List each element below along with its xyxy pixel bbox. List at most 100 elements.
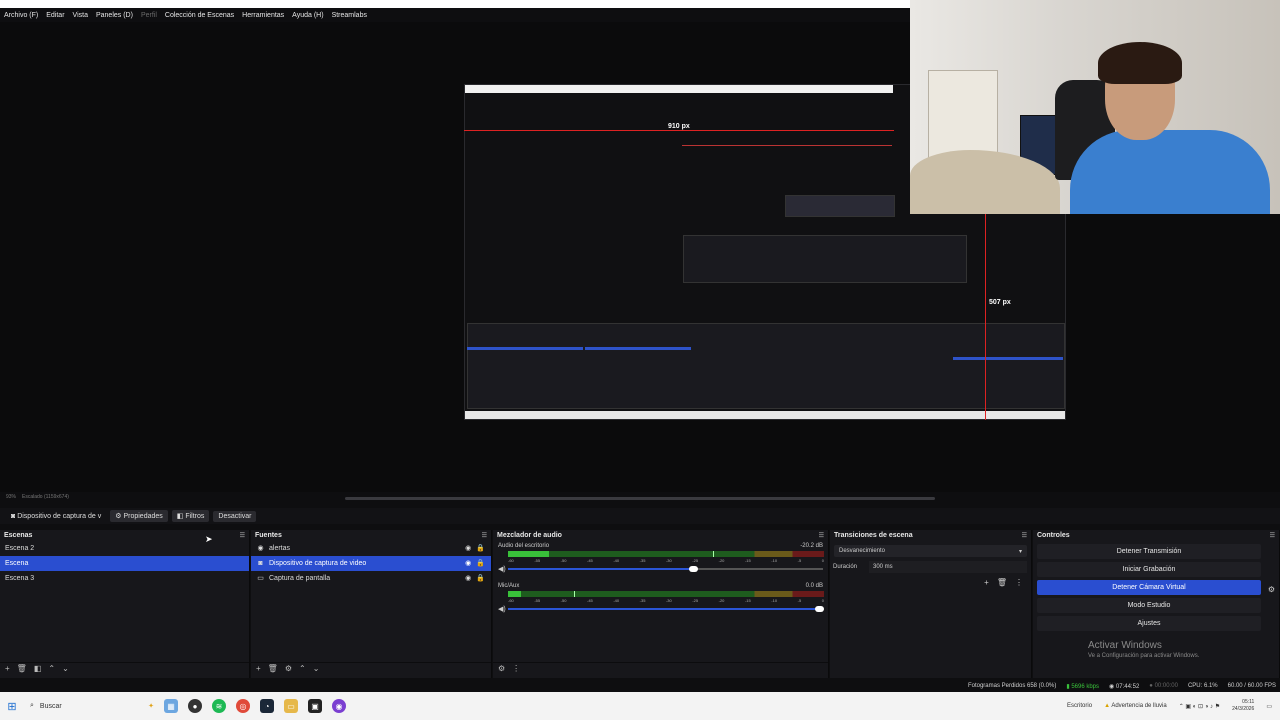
transition-select[interactable]: Desvanecimiento ▾ [834, 545, 1027, 557]
stop-stream-button[interactable]: Detener Transmisión [1037, 544, 1261, 559]
menu-vista[interactable]: Vista [73, 12, 88, 19]
channel-name: Mic/Aux [498, 583, 520, 589]
filter-icon[interactable]: ◧ [34, 664, 42, 673]
menubar: Archivo (F) Editar Vista Paneles (D) Per… [0, 8, 910, 22]
chevron-up-icon[interactable]: ⌃ [48, 664, 55, 673]
more-icon[interactable]: ⋮ [512, 664, 520, 673]
duration-row: Duración 300 ms [830, 561, 1027, 573]
properties-button[interactable]: ⚙ Propiedades [110, 510, 168, 522]
menu-streamlabs[interactable]: Streamlabs [332, 12, 367, 19]
gear-icon[interactable]: ⚙ [285, 664, 292, 673]
menu-editar[interactable]: Editar [46, 12, 64, 19]
dropped-frames: Fotogramas Perdidos 658 (0.0%) [967, 683, 1057, 689]
mixer-channel: Audio del escritorio -20.2 dB -60 -55 -50 -4… [493, 541, 828, 575]
menu-perfil[interactable]: Perfil [141, 12, 157, 19]
taskbar-clock[interactable]: 05:11 24/3/2026 [1232, 699, 1254, 713]
slider-knob[interactable] [814, 606, 824, 612]
add-icon[interactable]: + [256, 664, 261, 673]
mixer-title: Mezclador de audio [497, 532, 562, 539]
steam-icon[interactable]: ◔ [260, 699, 274, 713]
dock-menu-icon[interactable]: ☰ [819, 532, 824, 539]
eye-icon[interactable]: ◉ [465, 544, 471, 552]
dock-menu-icon[interactable]: ☰ [1270, 532, 1275, 539]
windows-start-icon[interactable]: ⊞ [0, 700, 24, 713]
notification-icon[interactable]: ▭ [1266, 703, 1272, 710]
menu-paneles[interactable]: Paneles (D) [96, 12, 133, 19]
lock-icon[interactable]: 🔒 [476, 559, 485, 567]
trash-icon[interactable]: 🗑 [997, 578, 1007, 587]
spotify-icon[interactable]: ≋ [212, 699, 226, 713]
deactivate-button[interactable]: Desactivar [213, 510, 257, 522]
zoom-percent[interactable]: 93% [6, 494, 16, 500]
mixer-channel: Mic/Aux 0.0 dB -60 -55 -50 -45 -40 -35 -30 -25 -2… [493, 581, 828, 615]
dock-menu-icon[interactable]: ☰ [1022, 532, 1027, 539]
gear-icon[interactable]: ⚙ [1268, 585, 1275, 594]
meter-peak [574, 591, 575, 597]
menu-ayuda[interactable]: Ayuda (H) [292, 12, 323, 19]
chevron-down-icon: ▾ [1018, 548, 1022, 555]
studio-mode-button[interactable]: Modo Estudio [1037, 598, 1261, 613]
menu-herramientas[interactable]: Herramientas [242, 12, 284, 19]
search-icon: ⌕ [30, 702, 34, 709]
eye-icon[interactable]: ◉ [465, 559, 471, 567]
folder-icon[interactable]: ▭ [284, 699, 298, 713]
messenger-icon[interactable]: ◉ [332, 699, 346, 713]
preview-scrollbar[interactable] [345, 497, 935, 500]
duration-field[interactable]: 300 ms [869, 561, 1027, 573]
tray-icons[interactable]: ⌃ ▣ ◐ ⊡ ◑ ♪ ⚑ [1179, 703, 1220, 710]
eye-icon[interactable]: ◉ [465, 574, 471, 582]
chrome-icon[interactable]: ◎ [236, 699, 250, 713]
start-recording-button[interactable]: Iniciar Grabación [1037, 562, 1261, 577]
lock-icon[interactable]: 🔒 [476, 544, 485, 552]
add-icon[interactable]: + [984, 578, 989, 587]
width-guide-label: 910 px [668, 123, 690, 130]
trash-icon[interactable]: 🗑 [17, 664, 27, 673]
taskbar-search[interactable]: ⌕ Buscar ✦ [24, 702, 154, 710]
chevron-down-icon[interactable]: ⌄ [62, 664, 69, 673]
menu-coleccion[interactable]: Colección de Escenas [165, 12, 234, 19]
terminal-icon[interactable]: ▣ [308, 699, 322, 713]
stop-virtual-camera-button[interactable]: Detener Cámara Virtual [1037, 580, 1261, 595]
source-item[interactable]: ◉ alertas ◉ 🔒 [251, 541, 491, 556]
volume-meter [508, 591, 824, 597]
lock-icon[interactable]: 🔒 [476, 574, 485, 582]
dock-menu-icon[interactable]: ☰ [240, 532, 245, 539]
obs-icon[interactable]: ● [188, 699, 202, 713]
menu-archivo[interactable]: Archivo (F) [4, 12, 38, 19]
volume-slider[interactable] [507, 566, 823, 572]
task-view-icon[interactable]: ▦ [164, 699, 178, 713]
chevron-up-icon[interactable]: ⌃ [299, 664, 306, 673]
sources-title: Fuentes [255, 532, 282, 539]
volume-slider[interactable] [507, 606, 824, 612]
monitor-icon: ▭ [257, 575, 264, 582]
dock-menu-icon[interactable]: ☰ [482, 532, 487, 539]
speaker-icon[interactable]: ◀) [498, 565, 508, 573]
source-item[interactable]: ▭ Captura de pantalla ◉ 🔒 [251, 571, 491, 586]
trash-icon[interactable]: 🗑 [268, 664, 278, 673]
chevron-down-icon[interactable]: ⌄ [313, 664, 320, 673]
source-item[interactable]: ◙ Dispositivo de captura de video ◉ 🔒 [251, 556, 491, 571]
scene-item[interactable]: Escena 3 [0, 571, 249, 586]
cpu-usage: CPU: 6.1% [1187, 683, 1218, 689]
more-icon[interactable]: ⋮ [1015, 578, 1023, 587]
selected-source-label: ◙ Dispositivo de captura de v [11, 512, 102, 520]
weather-widget[interactable]: ▲ Advertencia de lluvia [1104, 703, 1167, 709]
channel-name: Audio del escritorio [498, 543, 550, 549]
add-icon[interactable]: + [5, 664, 10, 673]
filters-button[interactable]: ◧ Filtros [171, 510, 210, 522]
channel-db: -20.2 dB [800, 543, 823, 549]
gear-icon[interactable]: ⚙ [498, 664, 505, 673]
inner-guide-line [682, 145, 892, 146]
scene-item[interactable]: Escena [0, 556, 249, 571]
nested-mini-capture [785, 195, 895, 217]
channel-db: 0.0 dB [805, 583, 823, 589]
speaker-icon[interactable]: ◀) [498, 605, 508, 613]
zoom-scale-label: Escalado (1159x674) [22, 494, 69, 500]
slider-knob[interactable] [688, 566, 698, 572]
person-hair-shape [1098, 42, 1182, 84]
settings-button[interactable]: Ajustes [1037, 616, 1261, 631]
height-guide-line [985, 214, 986, 420]
transitions-dock: Transiciones de escena ☰ Desvanecimiento ▾… [830, 530, 1032, 678]
desktop-label[interactable]: Escritorio [1067, 703, 1092, 709]
nested-taskbar [465, 411, 1065, 419]
